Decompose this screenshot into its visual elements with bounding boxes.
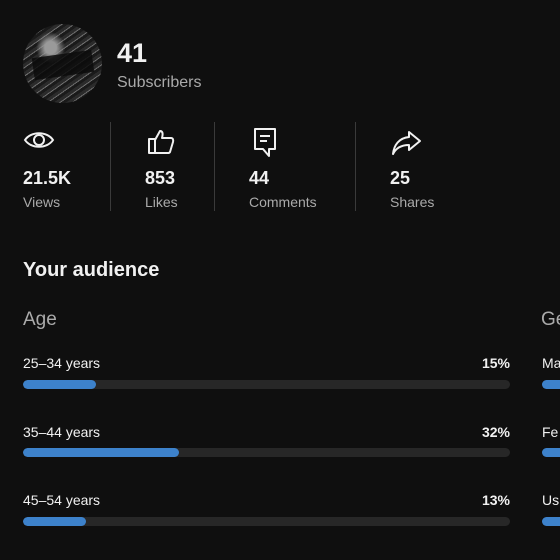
- gender-bar: [542, 517, 560, 526]
- eye-icon: [23, 126, 55, 158]
- stat-divider: [214, 122, 215, 211]
- age-row-label: 45–54 years: [23, 492, 101, 508]
- subscriber-count: 41: [117, 38, 148, 68]
- age-section-title: Age: [23, 309, 57, 330]
- audience-section-title: Your audience: [23, 259, 160, 281]
- gender-bar: [542, 448, 560, 457]
- comments-label: Comments: [249, 194, 317, 210]
- views-count: 21.5K: [23, 168, 72, 188]
- age-bar-fill: [23, 448, 179, 457]
- shares-count: 25: [390, 168, 411, 188]
- age-row-percent: 15%: [481, 355, 510, 371]
- age-bar-fill: [23, 517, 87, 526]
- subscriber-label: Subscribers: [117, 74, 202, 91]
- gender-bar: [542, 380, 560, 389]
- likes-label: Likes: [145, 194, 178, 210]
- gender-row-label: Us: [542, 492, 560, 508]
- age-row-label: 35–44 years: [23, 424, 101, 440]
- stat-divider: [355, 122, 356, 211]
- age-bar-track: [23, 517, 510, 526]
- age-bar-track: [23, 380, 510, 389]
- stat-divider: [110, 122, 111, 211]
- likes-count: 853: [145, 168, 176, 188]
- views-label: Views: [23, 194, 61, 210]
- share-icon: [390, 126, 422, 158]
- age-row-label: 25–34 years: [23, 355, 101, 371]
- age-bar-fill: [23, 380, 97, 389]
- comment-icon: [249, 126, 281, 158]
- age-row-percent: 32%: [481, 424, 510, 440]
- comments-count: 44: [249, 168, 270, 188]
- shares-label: Shares: [390, 194, 435, 210]
- gender-section-title: Ge: [541, 309, 560, 330]
- thumbs-up-icon: [145, 126, 177, 158]
- gender-row-label: Fe: [542, 424, 559, 440]
- gender-row-label: Ma: [542, 355, 560, 371]
- channel-avatar[interactable]: [23, 24, 102, 103]
- age-row-percent: 13%: [481, 492, 510, 508]
- age-bar-track: [23, 448, 510, 457]
